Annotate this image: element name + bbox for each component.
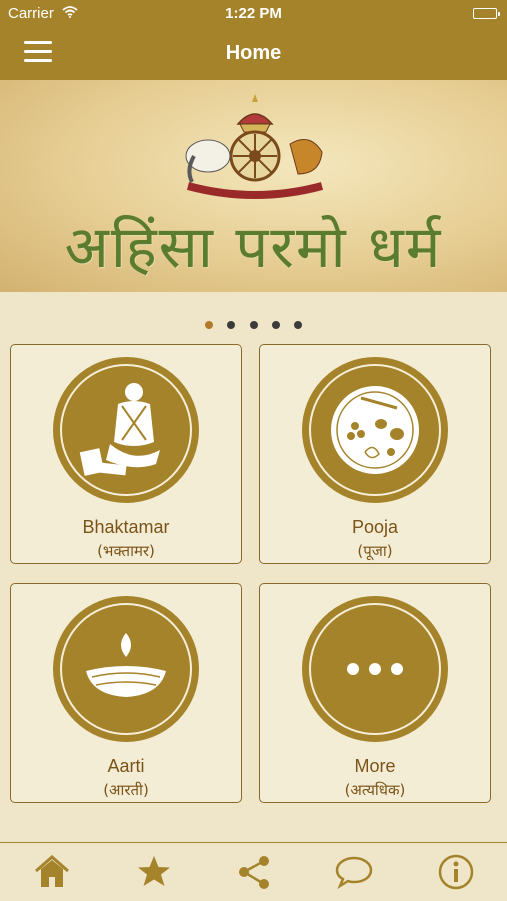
bhaktamar-icon-circle [53, 357, 199, 503]
pooja-icon-circle [302, 357, 448, 503]
aarti-label: Aarti [107, 756, 145, 776]
aarti-sub-label: (आरती) [103, 781, 149, 799]
banner: अहिंसा परमो धर्म [0, 80, 507, 292]
more-tile[interactable]: More (अत्यधिक) [259, 583, 491, 803]
meditating-figure-icon [79, 383, 160, 476]
bhaktamar-tile[interactable]: Bhaktamar (भक्तामर) [10, 344, 242, 564]
more-icon-circle [302, 596, 448, 742]
bhaktamar-label: Bhaktamar [82, 517, 170, 537]
info-icon[interactable] [436, 853, 476, 891]
pooja-sub-label: (पूजा) [357, 542, 393, 560]
chat-icon[interactable] [334, 853, 374, 891]
pooja-tile[interactable]: Pooja (पूजा) [259, 344, 491, 564]
status-time: 1:22 PM [225, 5, 282, 22]
page-dot[interactable] [204, 321, 213, 329]
status-bar: Carrier 1:22 PM [0, 0, 507, 28]
more-dots-icon [347, 663, 403, 675]
diya-lamp-icon [86, 633, 166, 697]
aarti-tile[interactable]: Aarti (आरती) [10, 583, 242, 803]
home-icon[interactable] [32, 853, 72, 891]
jain-emblem-icon [185, 94, 324, 199]
page-dot[interactable] [294, 321, 303, 329]
more-label: More [354, 756, 396, 776]
nav-bar: Home [0, 28, 507, 80]
motto-text: अहिंसा परमो धर्म [64, 213, 443, 281]
page-dot[interactable] [271, 321, 280, 329]
more-sub-label: (अत्यधिक) [344, 781, 406, 799]
bhaktamar-sub-label: (भक्तामर) [97, 542, 155, 560]
battery-icon [473, 8, 500, 19]
page-dot[interactable] [249, 321, 258, 329]
pooja-thali-icon [331, 386, 419, 474]
star-icon[interactable] [134, 853, 174, 891]
share-icon[interactable] [234, 853, 274, 891]
page-title: Home [225, 42, 282, 64]
pooja-label: Pooja [351, 517, 399, 537]
page-indicator[interactable] [0, 316, 507, 329]
aarti-icon-circle [53, 596, 199, 742]
tab-bar [0, 842, 507, 901]
page-dot[interactable] [227, 321, 236, 329]
